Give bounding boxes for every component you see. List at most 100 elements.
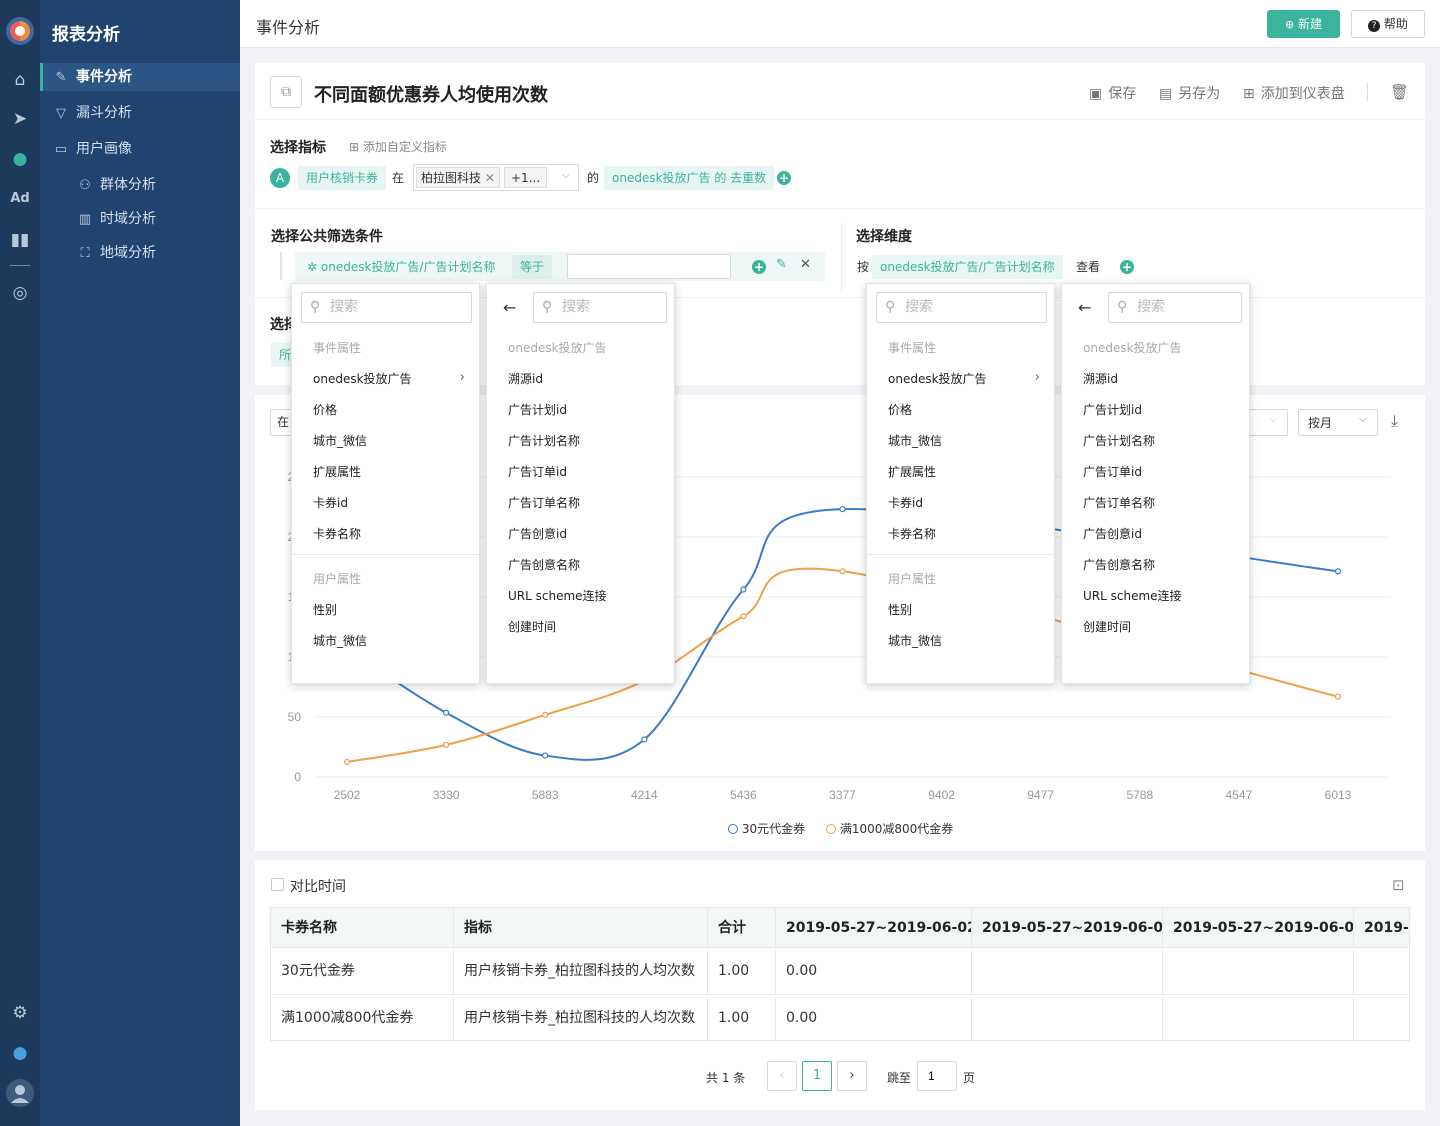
nav-item-event-analysis[interactable]: ✎ 事件分析 (40, 63, 240, 91)
ad-icon[interactable]: Ad (0, 191, 40, 206)
dropdown-item[interactable]: 广告订单id (1083, 463, 1142, 480)
message-icon[interactable]: ● (0, 1043, 40, 1063)
delete-icon[interactable]: 🗑 (1390, 83, 1409, 101)
data-point (740, 586, 747, 593)
next-page-button[interactable]: › (837, 1061, 867, 1091)
table-cell: 0.00 (776, 951, 972, 995)
add-dashboard-button[interactable]: ⊞ 添加到仪表盘 (1243, 83, 1345, 103)
dropdown-item[interactable]: 广告订单名称 (508, 494, 580, 511)
search-input[interactable]: ⚲ 搜索 (533, 292, 667, 323)
save-icon: ▣ (1089, 86, 1103, 102)
metric-event-select[interactable]: 用户核销卡券 (298, 166, 387, 190)
dropdown-item[interactable]: 性别 (888, 601, 912, 618)
help-button[interactable]: ? 帮助 (1351, 10, 1425, 38)
dropdown-item[interactable]: URL scheme连接 (508, 587, 607, 604)
nav-item-label: 用户画像 (76, 141, 132, 157)
question-icon: ? (1368, 20, 1381, 32)
export-icon[interactable]: ⊡ (1392, 876, 1405, 894)
dropdown-item[interactable]: 广告计划id (508, 401, 567, 418)
table-cell (972, 951, 1163, 995)
dropdown-item[interactable]: 价格 (888, 401, 912, 418)
avatar-icon[interactable] (0, 1078, 40, 1113)
new-button[interactable]: ⊕ 新建 (1267, 10, 1340, 38)
dropdown-item[interactable]: 广告计划id (1083, 401, 1142, 418)
dropdown-item[interactable]: 广告订单id (508, 463, 567, 480)
save-button[interactable]: ▣ 保存 (1089, 83, 1136, 103)
dropdown-item[interactable]: 广告创意id (508, 525, 567, 542)
filter-value-input[interactable] (567, 254, 731, 279)
filter-property-select[interactable]: ✲ onedesk投放广告/广告计划名称 (299, 255, 503, 279)
dropdown-item[interactable]: 卡券id (313, 494, 348, 511)
dropdown-item[interactable]: 城市_微信 (888, 432, 942, 449)
x-tick-label: 5883 (532, 788, 559, 802)
nav-item-user-profile[interactable]: ▭ 用户画像 (40, 135, 240, 163)
dropdown-item[interactable]: 卡券id (888, 494, 923, 511)
add-dimension-icon[interactable]: + (1120, 260, 1134, 274)
dropdown-item[interactable]: 广告订单名称 (1083, 494, 1155, 511)
nav-item-funnel-analysis[interactable]: ▽ 漏斗分析 (40, 99, 240, 127)
dropdown-item[interactable]: 创建时间 (1083, 618, 1131, 635)
search-input[interactable]: ⚲ 搜索 (876, 292, 1047, 323)
dropdown-item[interactable]: URL scheme连接 (1083, 587, 1182, 604)
legend-item[interactable]: 满1000减800代金券 (826, 820, 953, 837)
dropdown-item[interactable]: 创建时间 (508, 618, 556, 635)
legend-item[interactable]: 30元代金券 (728, 820, 805, 837)
dimension-property-select[interactable]: onedesk投放广告/广告计划名称 (872, 255, 1063, 279)
bar-chart-icon[interactable]: ▮▮ (0, 230, 40, 250)
jump-page-input[interactable] (917, 1061, 957, 1091)
dropdown-group-label: 用户属性 (313, 572, 362, 586)
page-1-button[interactable]: 1 (802, 1061, 832, 1091)
nav-item-group-analysis[interactable]: ⚇ 群体分析 (40, 171, 240, 199)
search-input[interactable]: ⚲ 搜索 (301, 292, 472, 323)
back-arrow-icon[interactable]: ← (503, 298, 516, 317)
dropdown-item[interactable]: onedesk投放广告 (888, 370, 987, 387)
table-cell: 1.00 (708, 998, 776, 1040)
prev-page-button[interactable]: ‹ (767, 1061, 797, 1091)
x-tick-label: 5788 (1126, 788, 1153, 802)
dropdown-item[interactable]: 城市_微信 (888, 632, 942, 649)
dropdown-item[interactable]: 城市_微信 (313, 432, 367, 449)
dropdown-item[interactable]: 扩展属性 (313, 463, 361, 480)
dropdown-item[interactable]: 广告计划名称 (1083, 432, 1155, 449)
dropdown-item[interactable]: 卡券名称 (888, 525, 936, 542)
report-title[interactable]: 不同面额优惠券人均使用次数 (314, 81, 548, 107)
send-icon[interactable]: ➤ (0, 109, 40, 129)
add-metric-icon[interactable]: + (777, 171, 791, 185)
side-nav: 报表分析 ✎ 事件分析 ▽ 漏斗分析 ▭ 用户画像 ⚇ 群体分析 ▥ 时域分析 ⛶ 地域分析 (40, 0, 240, 1126)
dropdown-item[interactable]: 溯源id (1083, 370, 1118, 387)
dropdown-item[interactable]: 价格 (313, 401, 337, 418)
compare-time-checkbox[interactable] (271, 878, 284, 891)
home-icon[interactable]: ⌂ (0, 70, 40, 90)
dropdown-item[interactable]: 溯源id (508, 370, 543, 387)
edit-filter-icon[interactable]: ✎ (776, 257, 787, 272)
add-custom-metric-button[interactable]: ⊞ 添加自定义指标 (349, 138, 447, 155)
dropdown-item[interactable]: 广告创意id (1083, 525, 1142, 542)
legend-marker (728, 824, 738, 834)
table-header-cell: 2019-05-27~2019-06-02 (776, 908, 972, 948)
dropdown-item[interactable]: 广告创意名称 (508, 556, 580, 573)
x-tick-label: 9402 (928, 788, 955, 802)
dropdown-item[interactable]: 广告计划名称 (508, 432, 580, 449)
chat-icon[interactable]: ◎ (0, 283, 40, 303)
save-as-button[interactable]: ▤ 另存为 (1159, 83, 1220, 103)
nav-item-time-analysis[interactable]: ▥ 时域分析 (40, 205, 240, 233)
user-icon[interactable]: ● (0, 149, 40, 169)
dropdown-item[interactable]: onedesk投放广告 (313, 370, 412, 387)
add-dashboard-label: 添加到仪表盘 (1260, 86, 1345, 102)
metric-filter-select[interactable]: 柏拉图科技 ✕ +1... ⌵ (413, 164, 579, 191)
settings-icon[interactable]: ⚙ (0, 1003, 40, 1023)
dropdown-item[interactable]: 城市_微信 (313, 632, 367, 649)
nav-item-region-analysis[interactable]: ⛶ 地域分析 (40, 239, 240, 267)
dropdown-item[interactable]: 卡券名称 (313, 525, 361, 542)
back-arrow-icon[interactable]: ← (1078, 298, 1091, 317)
logo-icon[interactable] (0, 16, 40, 51)
search-input[interactable]: ⚲ 搜索 (1108, 292, 1242, 323)
dropdown-item[interactable]: 扩展属性 (888, 463, 936, 480)
dropdown-item[interactable]: 广告创意名称 (1083, 556, 1155, 573)
add-filter-icon[interactable]: + (752, 260, 766, 274)
filter-operator-select[interactable]: 等于 (512, 255, 553, 279)
dropdown-item[interactable]: 性别 (313, 601, 337, 618)
metric-property-select[interactable]: onedesk投放广告 的 去重数 (604, 166, 775, 190)
remove-filter-icon[interactable]: ✕ (800, 257, 811, 272)
close-icon[interactable]: ✕ (485, 171, 495, 185)
